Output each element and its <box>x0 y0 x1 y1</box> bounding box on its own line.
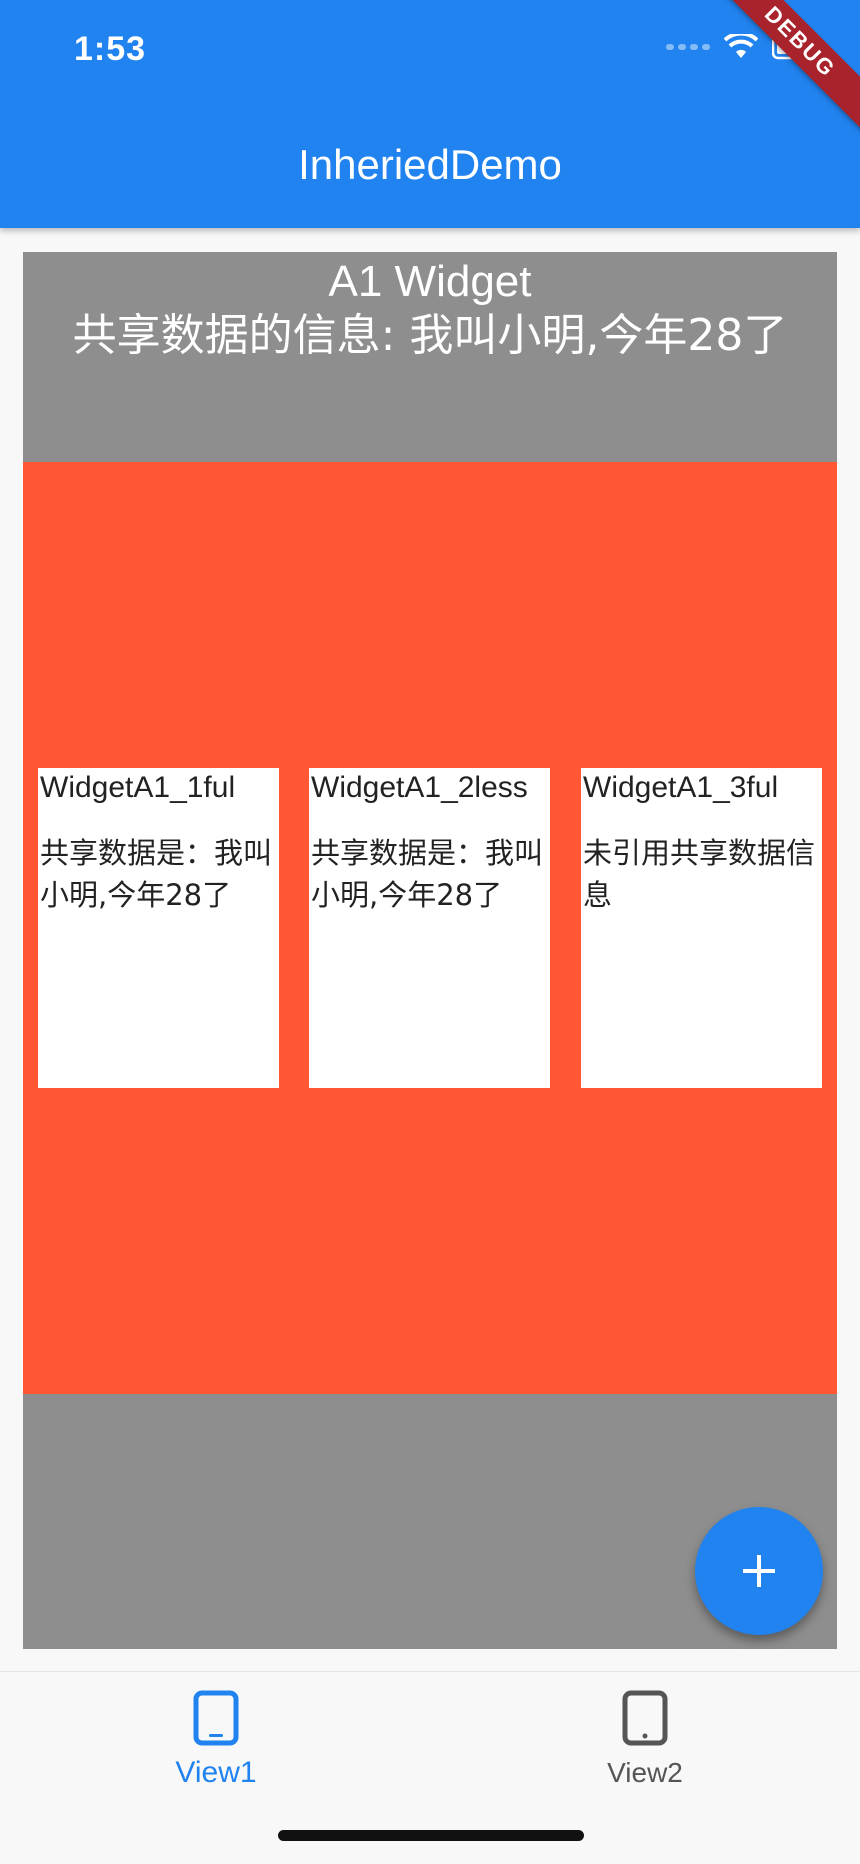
card-title: WidgetA1_1ful <box>40 771 236 804</box>
signal-icon <box>666 44 710 50</box>
card-widget-a1-3ful: WidgetA1_3ful 未引用共享数据信息 <box>581 768 822 1088</box>
card-widget-a1-2less: WidgetA1_2less 共享数据是：我叫小明,今年28了 <box>309 768 550 1088</box>
card-body: 共享数据是：我叫小明,今年28了 <box>311 836 544 912</box>
card-title: WidgetA1_2less <box>311 771 528 804</box>
nav-label-view2: View2 <box>607 1757 683 1788</box>
a1-widget-title: A1 Widget <box>328 257 532 306</box>
plus-icon <box>743 1555 775 1587</box>
card-body: 未引用共享数据信息 <box>583 836 816 912</box>
debug-banner: DEBUG <box>702 0 860 140</box>
card-widget-a1-1ful: WidgetA1_1ful 共享数据是：我叫小明,今年28了 <box>38 768 279 1088</box>
nav-label-view1: View1 <box>175 1756 257 1789</box>
nav-item-view1[interactable]: View1 <box>116 1690 316 1791</box>
a1-shared-info: 共享数据的信息: 我叫小明,今年28了 <box>72 310 788 361</box>
app-bar: 1:53 DEBUG InheriedDemo <box>0 0 860 228</box>
home-indicator <box>278 1830 584 1841</box>
status-time: 1:53 <box>74 30 147 68</box>
page-title: InheriedDemo <box>298 141 562 188</box>
a1-children-container: WidgetA1_1ful 共享数据是：我叫小明,今年28了 WidgetA1_… <box>23 462 837 1394</box>
a1-widget-container: A1 Widget 共享数据的信息: 我叫小明,今年28了 WidgetA1_1… <box>23 252 837 1649</box>
tablet-icon <box>622 1690 668 1746</box>
nav-item-view2[interactable]: View2 <box>545 1690 745 1791</box>
card-body: 共享数据是：我叫小明,今年28了 <box>40 836 273 912</box>
phone-icon <box>193 1690 239 1746</box>
wifi-icon <box>724 34 758 58</box>
add-button[interactable] <box>695 1507 823 1635</box>
card-title: WidgetA1_3ful <box>583 771 779 804</box>
